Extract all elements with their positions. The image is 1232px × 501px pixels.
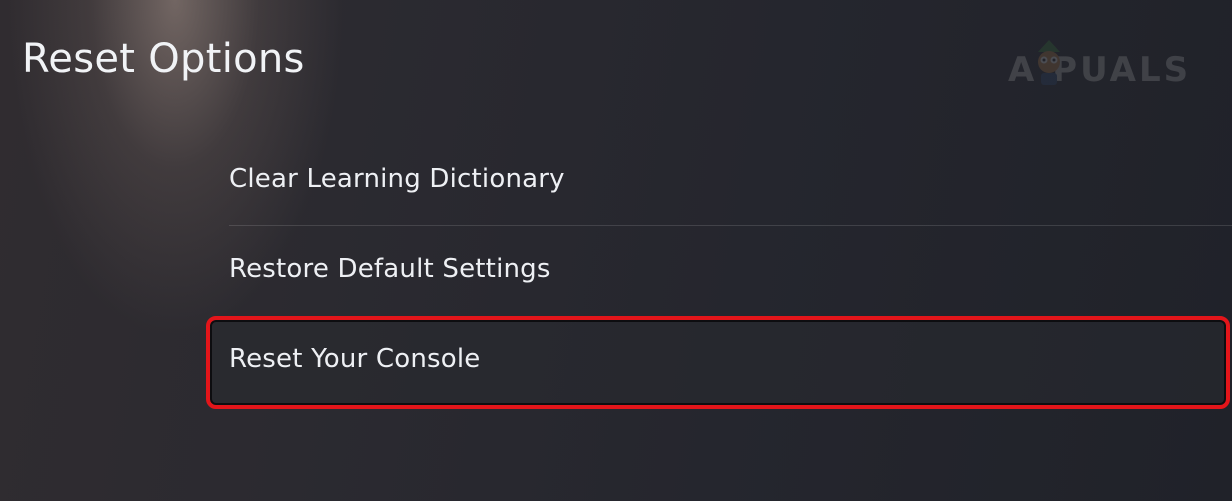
menu-item-label: Clear Learning Dictionary [229,164,565,194]
menu-item-clear-learning-dictionary[interactable]: Clear Learning Dictionary [229,136,1232,226]
reset-options-menu: Clear Learning Dictionary Restore Defaul… [229,136,1232,406]
menu-item-label: Restore Default Settings [229,254,551,284]
menu-item-restore-default-settings[interactable]: Restore Default Settings [229,226,1232,316]
appuals-watermark-logo: A PUALS [1008,40,1198,96]
menu-item-label: Reset Your Console [229,344,481,374]
menu-item-reset-your-console[interactable]: Reset Your Console [229,316,1232,406]
page-title: Reset Options [22,36,305,82]
mascot-icon [1038,40,1060,85]
